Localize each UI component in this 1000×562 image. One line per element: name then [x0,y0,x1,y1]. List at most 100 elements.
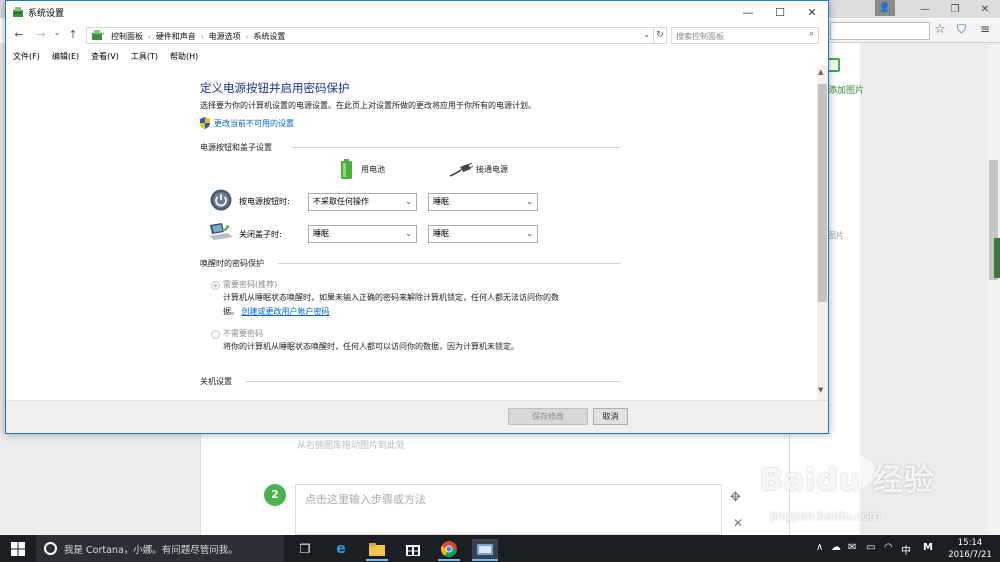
menu-file[interactable]: 文件(F) [13,49,40,65]
close-lid-battery-select[interactable]: 睡眠 ⌄ [308,225,417,243]
menu-icon[interactable]: ≡ [980,22,990,36]
cortana-search-box[interactable]: 我是 Cortana，小娜。有问题尽管问我。 [36,535,284,562]
wifi-icon[interactable]: ◠ [884,542,893,553]
breadcrumb-item[interactable]: 电源选项 [209,31,241,42]
system-clock[interactable]: 15:14 2016/7/21 [944,537,996,561]
file-explorer-icon[interactable] [366,539,388,559]
content-scrollbar-thumb[interactable] [818,84,827,302]
breadcrumb: 控制面板 › 硬件和声音 › 电源选项 › 系统设置 [111,31,285,42]
chevron-down-icon: ⌄ [405,229,412,238]
browser-address-area [830,19,1000,43]
save-changes-button[interactable]: 保存修改 [508,408,588,425]
breadcrumb-chevron-icon[interactable]: › [148,33,151,41]
title-bar[interactable]: 系统设置 — ☐ ✕ [6,1,828,23]
laptop-lid-icon [209,223,233,240]
breadcrumb-root-chevron-icon[interactable]: › [102,30,105,38]
search-icon[interactable]: ⌕ [809,29,814,39]
chevron-down-icon: ⌄ [526,229,533,238]
section-divider [246,381,621,382]
recent-locations-icon[interactable]: ⌄ [50,28,64,37]
baidu-watermark: Baidu 经验 [760,463,935,498]
search-input[interactable] [676,30,796,42]
tray-expand-icon[interactable]: ∧ [816,542,823,553]
active-app-indicator [472,559,498,561]
section-power-buttons: 电源按钮和盖子设置 [200,143,272,152]
ime-mode-indicator[interactable]: M [923,542,933,553]
search-box[interactable]: ⌕ [671,27,819,44]
page-description: 选择要为你的计算机设置的电源设置。在此页上对设置所做的更改将应用于你所有的电源计… [200,101,536,110]
menu-edit[interactable]: 编辑(E) [52,49,79,65]
navigation-bar: ← → ⌄ ↑ › 控制面板 › 硬件和声音 › 电源选项 › 系统设置 ⌄ ↻… [6,24,828,46]
minimize-button[interactable]: — [732,1,764,23]
cancel-button[interactable]: 取消 [593,408,628,425]
battery-tray-icon[interactable]: ▭ [866,542,875,553]
control-panel-taskbar-icon[interactable] [472,539,498,559]
active-app-indicator [438,559,460,561]
scroll-up-icon[interactable]: ▲ [818,68,823,76]
select-value: 睡眠 [433,229,449,238]
no-password-radio[interactable] [211,330,220,339]
browser-address-input[interactable] [830,22,930,40]
step-number-badge: 2 [264,484,286,506]
refresh-icon[interactable]: ↻ [654,27,667,44]
forward-arrow-icon[interactable]: → [34,28,48,41]
up-arrow-icon[interactable]: ↑ [66,28,80,41]
side-picture-label: 图片 [828,231,844,240]
chevron-down-icon: ⌄ [405,197,412,206]
close-button[interactable]: ✕ [796,1,828,23]
ime-language-indicator[interactable]: 中 [901,542,911,557]
maximize-button[interactable]: ☐ [764,1,796,23]
breadcrumb-chevron-icon[interactable]: › [246,33,249,41]
store-icon[interactable] [402,539,424,559]
back-arrow-icon[interactable]: ← [12,28,26,41]
add-picture-label[interactable]: 添加图片 [828,83,864,96]
close-lid-plugged-select[interactable]: 睡眠 ⌄ [428,225,538,243]
browser-restore-button[interactable]: ❐ [940,0,970,18]
require-password-label[interactable]: 需要密码(推荐) [223,279,277,290]
close-icon[interactable]: ✕ [733,516,743,530]
page-title: 定义电源按钮并启用密码保护 [200,81,350,95]
move-icon[interactable]: ✥ [730,490,741,505]
power-button-plugged-select[interactable]: 睡眠 ⌄ [428,193,538,211]
create-change-password-link[interactable]: 创建或更改用户帐户密码 [242,307,330,316]
scroll-down-icon[interactable]: ▼ [818,386,823,394]
battery-column-label: 用电池 [361,165,385,174]
browser-minimize-button[interactable]: — [910,0,940,18]
power-button-row-label: 按电源按钮时: [239,197,290,206]
chrome-browser-icon[interactable] [438,539,460,559]
breadcrumb-item[interactable]: 控制面板 [111,31,143,42]
chevron-down-icon[interactable]: ⌄ [643,30,650,39]
breadcrumb-item[interactable]: 硬件和声音 [156,31,196,42]
browser-close-button[interactable]: ✕ [970,0,1000,18]
address-bar[interactable]: › 控制面板 › 硬件和声音 › 电源选项 › 系统设置 ⌄ [86,27,654,44]
page-scrollbar[interactable] [988,45,1000,535]
task-view-icon[interactable]: ❐ [294,539,316,559]
power-button-battery-select[interactable]: 不采取任何操作 ⌄ [308,193,417,211]
no-password-description: 将你的计算机从睡眠状态唤醒时，任何人都可以访问你的数据，因为计算机未锁定。 [223,342,519,351]
start-button[interactable] [0,535,36,562]
cortana-icon [44,542,57,555]
menu-help[interactable]: 帮助(H) [170,49,198,65]
select-value: 睡眠 [313,229,329,238]
menu-tools[interactable]: 工具(T) [131,49,158,65]
edge-browser-icon[interactable]: e [330,539,352,559]
shield-icon[interactable]: ⛉ [957,22,966,37]
window-title: 系统设置 [28,9,65,19]
require-password-radio[interactable] [211,281,220,290]
menu-view[interactable]: 查看(V) [91,49,119,65]
star-icon[interactable]: ☆ [934,22,946,37]
close-lid-row-label: 关闭盖子时: [239,230,282,239]
change-unavailable-settings-link[interactable]: 更改当前不可用的设置 [214,118,294,129]
no-password-label[interactable]: 不需要密码 [223,328,263,339]
battery-icon [341,159,352,179]
side-feedback-tab[interactable] [994,238,1000,278]
uac-shield-icon [200,117,210,129]
breadcrumb-item[interactable]: 系统设置 [253,31,285,42]
tray-app-icon[interactable]: ✉ [848,542,856,553]
breadcrumb-chevron-icon[interactable]: › [201,33,204,41]
content-scrollbar[interactable]: ▲ ▼ [817,66,828,400]
windows-logo-icon [11,541,25,556]
require-password-desc-line2: 据。 [223,307,239,316]
cloud-sync-icon[interactable]: ☁ [831,542,841,553]
user-icon[interactable]: 👤 [875,0,895,16]
